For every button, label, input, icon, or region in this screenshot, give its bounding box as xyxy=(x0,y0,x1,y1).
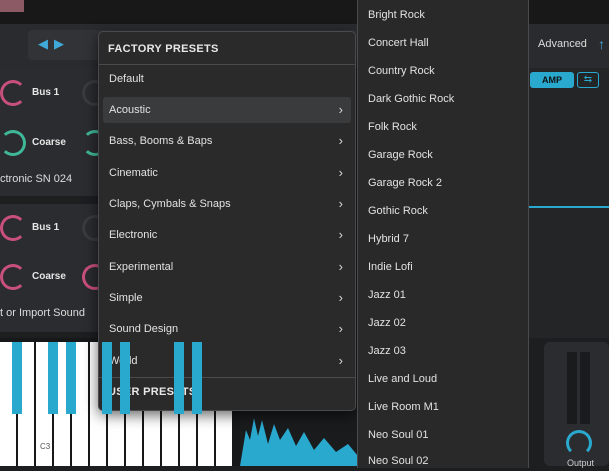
piano-key[interactable] xyxy=(66,342,76,414)
output-meter-right xyxy=(580,352,590,424)
upload-icon[interactable]: ↑ xyxy=(598,36,605,52)
factory-presets-heading: FACTORY PRESETS xyxy=(108,43,219,55)
menu-item-electronic[interactable]: Electronic › xyxy=(103,222,351,248)
output-meter-left xyxy=(567,352,577,424)
chevron-right-icon: › xyxy=(338,133,343,148)
menu-item-experimental[interactable]: Experimental › xyxy=(103,254,351,280)
submenu-item[interactable]: Folk Rock xyxy=(368,121,417,133)
bus-label-2: Bus 1 xyxy=(32,222,60,233)
output-label: Output xyxy=(567,458,595,468)
right-panel xyxy=(528,68,609,338)
amp-button[interactable]: AMP xyxy=(530,72,574,88)
submenu-item[interactable]: Jazz 03 xyxy=(368,345,406,357)
chevron-right-icon: › xyxy=(338,196,343,211)
menu-item-label: Experimental xyxy=(109,261,174,273)
menu-item-label: Cinematic xyxy=(109,167,158,179)
next-preset-icon[interactable]: ▶ xyxy=(54,36,64,52)
menu-item-simple[interactable]: Simple › xyxy=(103,285,351,311)
menu-item-label: Default xyxy=(109,73,144,85)
submenu-item[interactable]: Neo Soul 01 xyxy=(368,429,429,441)
bus-label-1: Bus 1 xyxy=(32,87,60,98)
submenu-item[interactable]: Bright Rock xyxy=(368,9,425,21)
submenu-item[interactable]: Concert Hall xyxy=(368,37,429,49)
submenu-item[interactable]: Dark Gothic Rock xyxy=(368,93,454,105)
piano-key[interactable] xyxy=(192,342,202,414)
submenu-item[interactable]: Jazz 02 xyxy=(368,317,406,329)
bus-knob-1[interactable] xyxy=(0,80,26,106)
chevron-right-icon: › xyxy=(338,165,343,180)
presets-menu: FACTORY PRESETS Default Acoustic › Bass, … xyxy=(98,31,356,411)
submenu-item[interactable]: Neo Soul 02 xyxy=(368,455,429,467)
import-sound-text[interactable]: t or Import Sound xyxy=(0,307,85,319)
menu-item-label: Electronic xyxy=(109,229,158,241)
submenu-item[interactable]: Country Rock xyxy=(368,65,435,77)
instrument-name: ctronic SN 024 xyxy=(0,173,73,185)
piano-key[interactable] xyxy=(120,342,130,414)
coarse-knob-1[interactable] xyxy=(0,130,26,156)
chevron-right-icon: › xyxy=(338,102,343,117)
advanced-button[interactable]: Advanced xyxy=(538,38,587,50)
chevron-right-icon: › xyxy=(338,290,343,305)
piano-key[interactable] xyxy=(48,342,58,414)
waveform-line xyxy=(528,206,609,208)
chevron-right-icon: › xyxy=(338,321,343,336)
piano-key[interactable] xyxy=(102,342,112,414)
menu-item-claps[interactable]: Claps, Cymbals & Snaps › xyxy=(103,191,351,217)
menu-item-sound-design[interactable]: Sound Design › xyxy=(103,316,351,342)
menu-item-bass[interactable]: Bass, Booms & Baps › xyxy=(103,128,351,154)
menu-item-label: Simple xyxy=(109,292,143,304)
menu-item-acoustic[interactable]: Acoustic › xyxy=(103,97,351,123)
divider xyxy=(99,377,355,378)
coarse-label-1: Coarse xyxy=(32,137,66,148)
acoustic-submenu: Bright Rock Concert Hall Country Rock Da… xyxy=(357,0,529,468)
submenu-item[interactable]: Indie Lofi xyxy=(368,261,413,273)
submenu-item[interactable]: Jazz 01 xyxy=(368,289,406,301)
piano-key[interactable] xyxy=(12,342,22,414)
prev-preset-icon[interactable]: ◀ xyxy=(38,36,48,52)
submenu-item[interactable]: Garage Rock xyxy=(368,149,433,161)
output-knob[interactable] xyxy=(566,430,592,456)
chevron-right-icon: › xyxy=(338,353,343,368)
menu-item-label: Sound Design xyxy=(109,323,179,335)
waveform-icon xyxy=(240,418,358,466)
divider xyxy=(99,64,355,65)
menu-item-label: Acoustic xyxy=(109,104,151,116)
menu-item-cinematic[interactable]: Cinematic › xyxy=(103,160,351,186)
waveform-area xyxy=(240,410,358,466)
menu-item-label: Bass, Booms & Baps xyxy=(109,135,213,147)
piano-key[interactable] xyxy=(174,342,184,414)
color-tab xyxy=(0,0,24,12)
chevron-right-icon: › xyxy=(338,227,343,242)
swap-icon[interactable]: ⇆ xyxy=(577,72,599,88)
submenu-item[interactable]: Live Room M1 xyxy=(368,401,439,413)
submenu-item[interactable]: Live and Loud xyxy=(368,373,437,385)
bus-knob-2[interactable] xyxy=(0,215,26,241)
menu-item-world[interactable]: World› xyxy=(103,348,351,374)
chevron-right-icon: › xyxy=(338,259,343,274)
key-label: C3 xyxy=(40,442,51,451)
coarse-knob-2[interactable] xyxy=(0,264,26,290)
submenu-item[interactable]: Garage Rock 2 xyxy=(368,177,442,189)
submenu-item[interactable]: Hybrid 7 xyxy=(368,233,409,245)
menu-item-label: Claps, Cymbals & Snaps xyxy=(109,198,231,210)
menu-item-default[interactable]: Default xyxy=(103,66,351,92)
submenu-item[interactable]: Gothic Rock xyxy=(368,205,428,217)
coarse-label-2: Coarse xyxy=(32,271,66,282)
